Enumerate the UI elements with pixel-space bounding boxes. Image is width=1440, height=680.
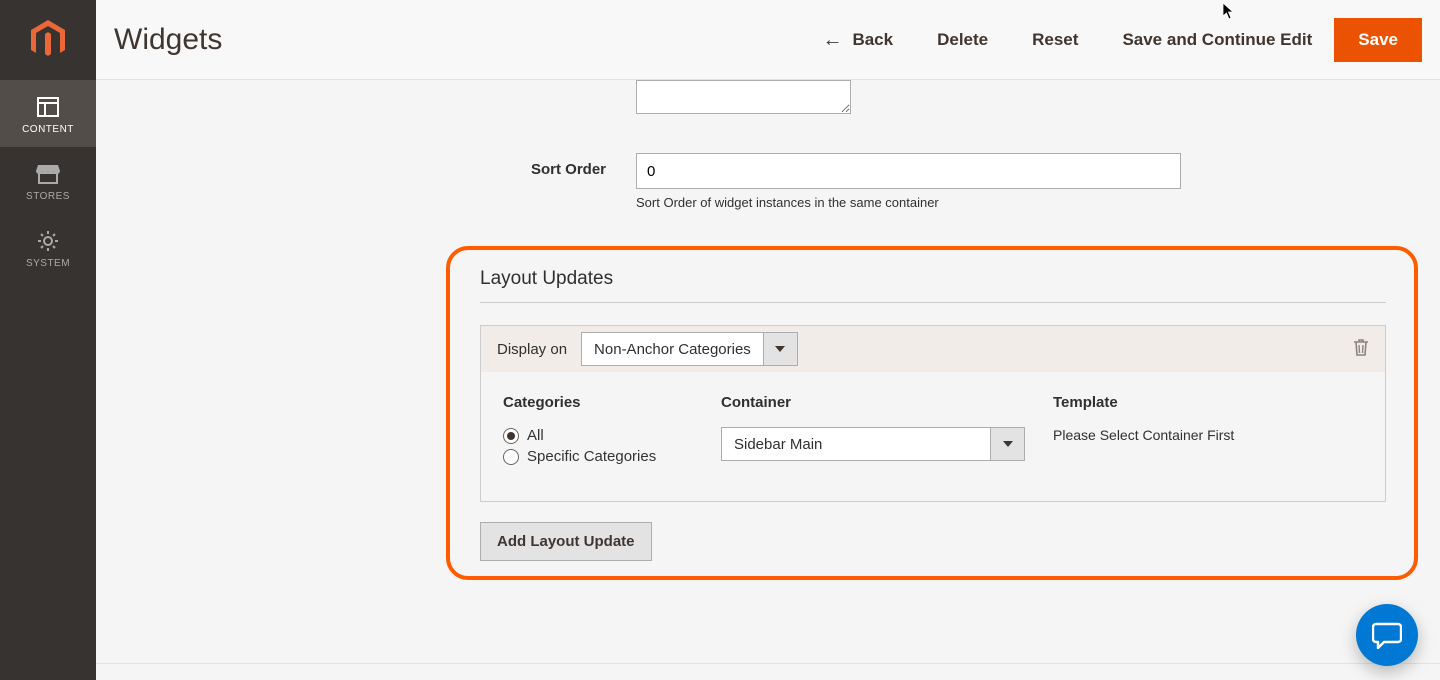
delete-layout-update-button[interactable]	[1353, 338, 1369, 361]
radio-icon	[503, 428, 519, 444]
sidebar-item-system[interactable]: SYSTEM	[0, 214, 96, 281]
display-on-label: Display on	[497, 341, 567, 358]
categories-column-label: Categories	[503, 394, 721, 411]
main-content: Sort Order Sort Order of widget instance…	[96, 80, 1440, 680]
magento-logo-icon	[30, 20, 66, 60]
layout-updates-section: Layout Updates Display on Non-Anchor Cat…	[480, 268, 1386, 561]
categories-radio-specific[interactable]: Specific Categories	[503, 448, 721, 465]
sort-order-input[interactable]	[636, 153, 1181, 189]
sort-order-help: Sort Order of widget instances in the sa…	[636, 195, 1181, 210]
add-layout-update-button[interactable]: Add Layout Update	[480, 522, 652, 561]
container-select-value: Sidebar Main	[722, 428, 990, 460]
chevron-down-icon	[990, 428, 1024, 460]
back-button[interactable]: ← Back	[800, 20, 915, 60]
sidebar-item-label: CONTENT	[22, 124, 74, 135]
sidebar-item-content[interactable]: CONTENT	[0, 80, 96, 147]
template-column-label: Template	[1053, 394, 1363, 411]
chat-icon	[1372, 621, 1402, 649]
categories-radio-specific-label: Specific Categories	[527, 448, 656, 465]
categories-radio-all-label: All	[527, 427, 544, 444]
delete-button[interactable]: Delete	[915, 20, 1010, 60]
radio-icon	[503, 449, 519, 465]
sort-order-label: Sort Order	[96, 153, 636, 178]
storefront-icon	[36, 159, 60, 189]
admin-sidebar: CONTENT STORES SYSTEM	[0, 0, 96, 680]
trash-icon	[1353, 338, 1369, 356]
gear-icon	[37, 226, 59, 256]
layout-card-header: Display on Non-Anchor Categories	[481, 326, 1385, 372]
reset-button[interactable]: Reset	[1010, 20, 1100, 60]
container-column-label: Container	[721, 394, 1053, 411]
save-and-continue-button[interactable]: Save and Continue Edit	[1100, 20, 1334, 60]
template-placeholder-text: Please Select Container First	[1053, 427, 1363, 443]
display-on-select[interactable]: Non-Anchor Categories	[581, 332, 798, 366]
back-button-label: Back	[852, 30, 893, 50]
layout-icon	[37, 92, 59, 122]
widget-field-textarea[interactable]	[636, 80, 851, 114]
display-on-value: Non-Anchor Categories	[582, 333, 763, 365]
container-select[interactable]: Sidebar Main	[721, 427, 1025, 461]
layout-updates-heading: Layout Updates	[480, 268, 1386, 303]
sidebar-item-label: STORES	[26, 191, 70, 202]
sidebar-item-label: SYSTEM	[26, 258, 70, 269]
magento-logo[interactable]	[0, 0, 96, 80]
categories-radio-all[interactable]: All	[503, 427, 721, 444]
chevron-down-icon	[763, 333, 797, 365]
footer-divider	[96, 663, 1440, 664]
save-button[interactable]: Save	[1334, 18, 1422, 62]
page-title: Widgets	[114, 23, 222, 57]
chat-launcher-button[interactable]	[1356, 604, 1418, 666]
layout-update-card: Display on Non-Anchor Categories Categor…	[480, 325, 1386, 502]
arrow-left-icon: ←	[822, 30, 842, 50]
page-header: Widgets ← Back Delete Reset Save and Con…	[96, 0, 1440, 80]
sidebar-item-stores[interactable]: STORES	[0, 147, 96, 214]
